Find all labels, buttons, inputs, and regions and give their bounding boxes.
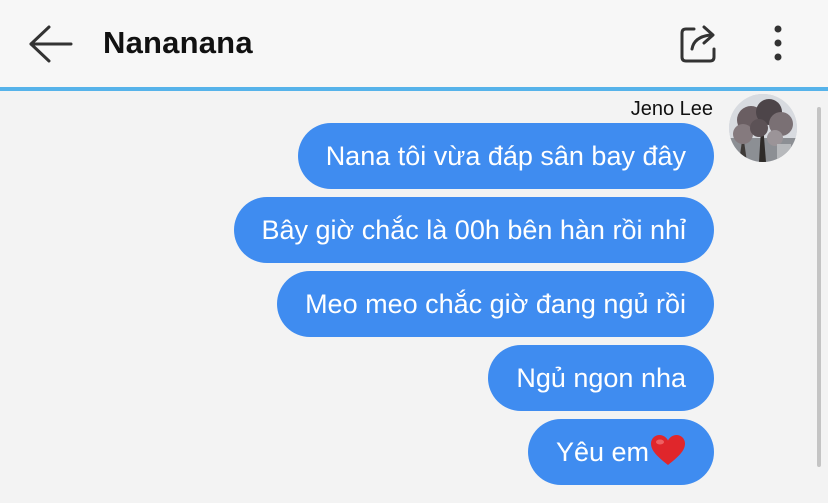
header-bar: Nananana (0, 0, 828, 88)
message-bubble[interactable]: Meo meo chắc giờ đang ngủ rồi (277, 271, 714, 337)
sender-name: Jeno Lee (630, 98, 713, 120)
message-bubble[interactable]: Nana tôi vừa đáp sân bay đây (297, 123, 714, 189)
arrow-left-icon (29, 25, 73, 63)
share-icon (680, 25, 716, 63)
avatar-photo-icon (729, 94, 797, 162)
chat-title: Nananana (103, 25, 253, 60)
chat-screen: Nananana Jeno Lee Nana tôi vừa đáp sân b… (0, 0, 828, 503)
message-bubble-last[interactable]: Yêu em (527, 419, 714, 485)
message-bubble[interactable]: Ngủ ngon nha (488, 345, 714, 411)
more-options-button[interactable] (758, 18, 798, 68)
more-vertical-icon (774, 25, 782, 61)
share-button[interactable] (672, 18, 724, 68)
message-list[interactable]: Jeno Lee Nana tôi vừa đáp sân bay đây Bâ… (0, 91, 828, 503)
message-bubble[interactable]: Bây giờ chắc là 00h bên hàn rồi nhỉ (233, 197, 714, 263)
back-button[interactable] (22, 20, 78, 68)
scrollbar[interactable] (817, 107, 821, 467)
avatar[interactable] (729, 94, 797, 162)
message-text: Yêu em (555, 437, 649, 467)
heart-emoji-icon (650, 424, 686, 490)
message-bubbles: Nana tôi vừa đáp sân bay đây Bây giờ chắ… (233, 123, 714, 485)
